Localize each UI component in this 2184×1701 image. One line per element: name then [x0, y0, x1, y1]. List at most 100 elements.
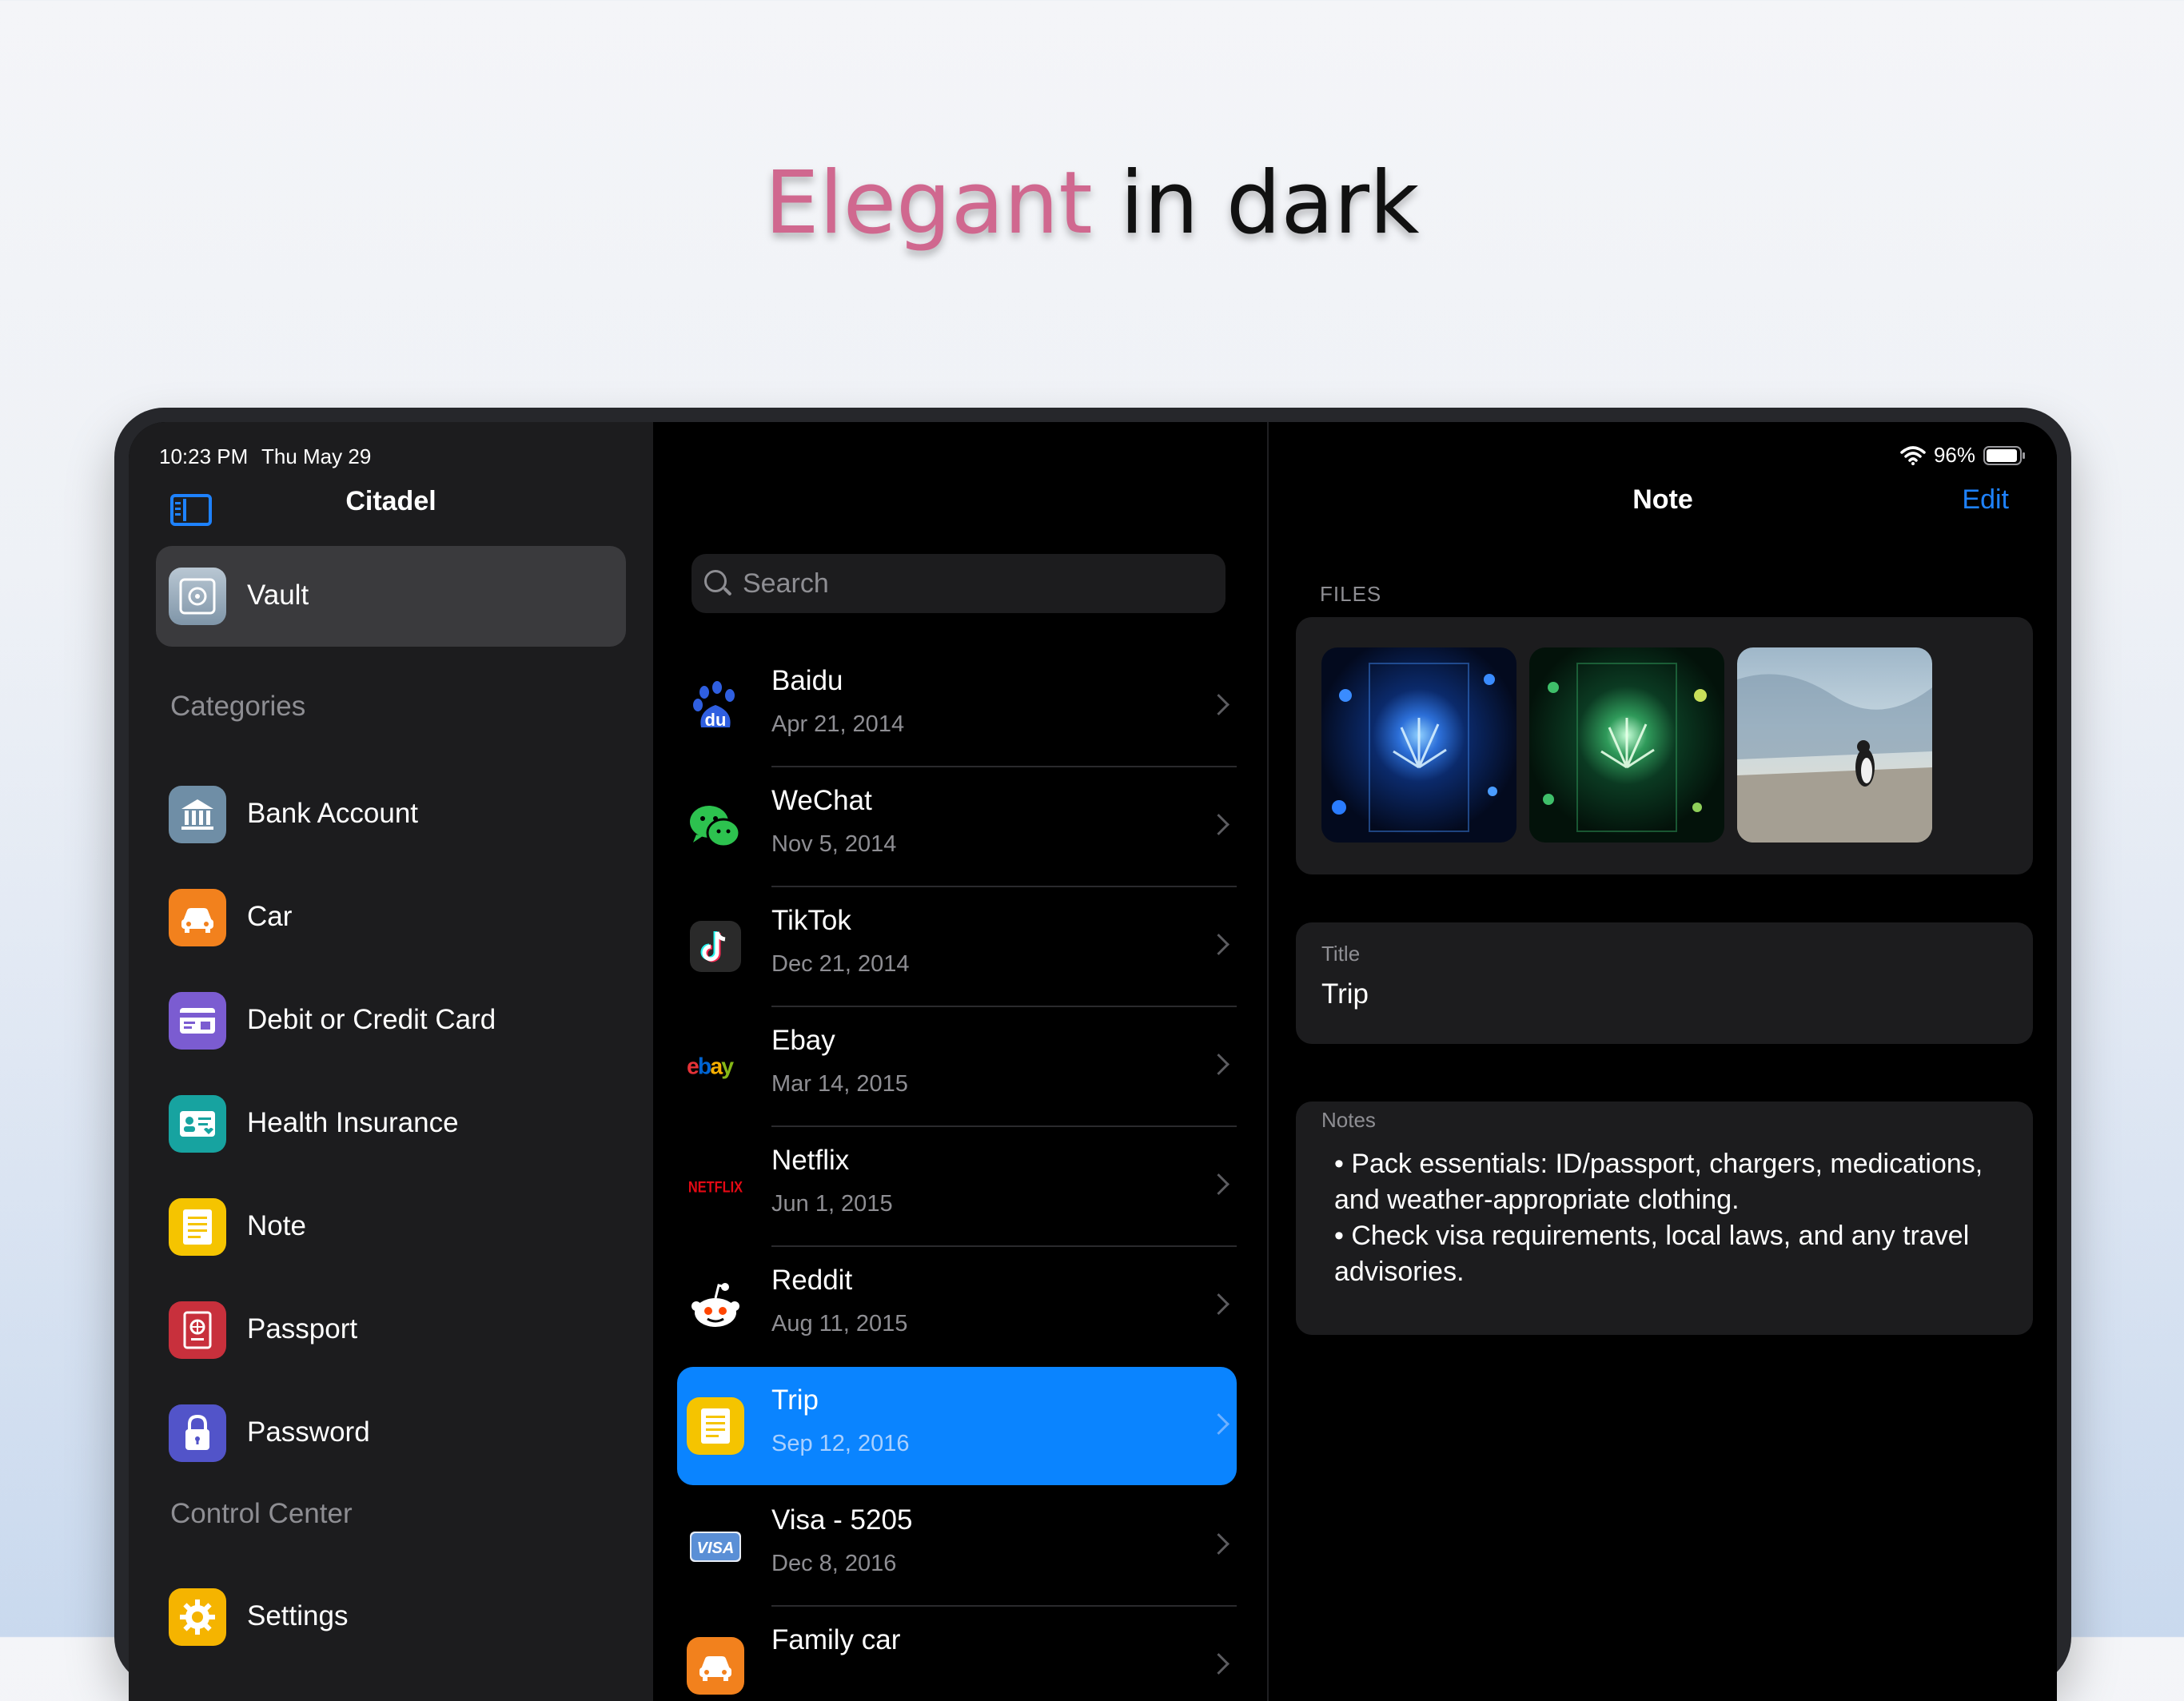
visa-icon: VISA: [687, 1517, 744, 1575]
files-section-label: FILES: [1320, 582, 1382, 606]
status-time: 10:23 PM: [159, 444, 249, 468]
ebay-icon: ebay: [687, 1038, 744, 1095]
sidebar: 10:23 PM Thu May 29 Citadel Vault Catego…: [129, 422, 653, 1701]
sidebar-item-debit-or-credit-card[interactable]: Debit or Credit Card: [156, 977, 626, 1065]
search-icon: [704, 570, 727, 592]
notes-field-text: • Pack essentials: ID/passport, chargers…: [1334, 1146, 2006, 1290]
wifi-icon: [1900, 445, 1926, 465]
list-item-date: Sep 12, 2016: [771, 1431, 910, 1456]
sidebar-item-vault[interactable]: Vault: [156, 546, 626, 647]
list-item-title: Visa - 5205: [771, 1504, 913, 1536]
detail-pane: 96% Note Edit FILES Title Trip Notes • P…: [1269, 422, 2057, 1701]
list-item-wechat[interactable]: WeChat Nov 5, 2014: [653, 767, 1267, 887]
list-item-baidu[interactable]: du Baidu Apr 21, 2014: [653, 647, 1267, 767]
sidebar-item-bank-account[interactable]: Bank Account: [156, 771, 626, 858]
note-icon: [169, 1198, 226, 1256]
sidebar-toggle-icon[interactable]: [170, 494, 212, 526]
list-item-trip[interactable]: Trip Sep 12, 2016: [653, 1367, 1267, 1487]
sidebar-item-label: Vault: [247, 580, 309, 611]
headline: Elegant in dark: [0, 148, 2184, 260]
list-item-title: Ebay: [771, 1025, 835, 1056]
chevron-right-icon: [1208, 1293, 1229, 1315]
reddit-icon: [687, 1277, 744, 1335]
notes-card[interactable]: Notes • Pack essentials: ID/passport, ch…: [1296, 1101, 2033, 1335]
notes-line: • Check visa requirements, local laws, a…: [1334, 1221, 1970, 1287]
car-icon: [169, 889, 226, 946]
sidebar-item-health-insurance[interactable]: Health Insurance: [156, 1080, 626, 1168]
list-item-tiktok[interactable]: TikTok Dec 21, 2014: [653, 887, 1267, 1007]
lock-icon: [169, 1404, 226, 1462]
file-thumbnail[interactable]: [1321, 647, 1516, 843]
headline-accent: Elegant: [764, 153, 1093, 253]
title-field-label: Title: [1321, 942, 1361, 966]
sidebar-item-password[interactable]: Password: [156, 1389, 626, 1477]
sidebar-item-label: Car: [247, 901, 293, 932]
chevron-right-icon: [1208, 1173, 1229, 1195]
chevron-right-icon: [1208, 694, 1229, 715]
list-item-visa-5205[interactable]: VISA Visa - 5205 Dec 8, 2016: [653, 1487, 1267, 1607]
edit-button[interactable]: Edit: [1962, 484, 2009, 516]
files-card: [1296, 617, 2033, 874]
sidebar-title: Citadel: [345, 486, 436, 516]
list-item-date: Dec 8, 2016: [771, 1551, 897, 1576]
list-item-date: Nov 5, 2014: [771, 831, 897, 857]
file-thumbnail[interactable]: [1737, 647, 1932, 843]
detail-title: Note: [1632, 484, 1693, 515]
chevron-right-icon: [1208, 1054, 1229, 1075]
sidebar-item-settings[interactable]: Settings: [156, 1573, 626, 1661]
item-list-pane: ••• Search duBaiduApr 21, 2014WeChatNov …: [653, 422, 1625, 1701]
list-item-title: Family car: [771, 1624, 901, 1655]
vault-safe-icon: [169, 568, 226, 625]
list-item-netflix[interactable]: NETFLIX Netflix Jun 1, 2015: [653, 1127, 1267, 1247]
health-card-icon: [169, 1095, 226, 1153]
list-item-ebay[interactable]: ebay Ebay Mar 14, 2015: [653, 1007, 1267, 1127]
categories-header: Categories: [170, 691, 306, 722]
list-item-title: Trip: [771, 1384, 819, 1416]
tiktok-icon: [687, 918, 744, 975]
sidebar-item-car[interactable]: Car: [156, 874, 626, 962]
list-item-title: TikTok: [771, 905, 851, 936]
baidu-icon: du: [687, 678, 744, 735]
file-thumbnail[interactable]: [1529, 647, 1724, 843]
list-item-date: Mar 14, 2015: [771, 1071, 908, 1097]
list-item-reddit[interactable]: Reddit Aug 11, 2015: [653, 1247, 1267, 1367]
title-card[interactable]: Title Trip: [1296, 922, 2033, 1044]
search-placeholder: Search: [743, 568, 829, 599]
status-date: Thu May 29: [261, 444, 372, 468]
netflix-icon: NETFLIX: [687, 1157, 744, 1215]
sidebar-item-note[interactable]: Note: [156, 1183, 626, 1271]
headline-rest: in dark: [1092, 153, 1420, 253]
search-field[interactable]: Search: [691, 554, 1226, 613]
chevron-right-icon: [1208, 1653, 1229, 1675]
app-screen: 10:23 PM Thu May 29 Citadel Vault Catego…: [129, 422, 2057, 1701]
notes-field-label: Notes: [1321, 1108, 1376, 1132]
crystal-tree-blue-image: [1332, 663, 1497, 832]
battery-icon: [1983, 445, 2025, 465]
notes-line: • Pack essentials: ID/passport, chargers…: [1334, 1149, 1983, 1215]
list-item-title: Reddit: [771, 1265, 853, 1296]
list-item-date: Dec 21, 2014: [771, 951, 910, 977]
settings-gear-icon: [169, 1588, 226, 1646]
sidebar-item-label: Bank Account: [247, 798, 419, 829]
car-icon: [687, 1637, 744, 1695]
sidebar-item-passport[interactable]: Passport: [156, 1286, 626, 1374]
status-right: 96%: [1900, 443, 2025, 468]
list-item-family-car[interactable]: Family car: [653, 1607, 1267, 1701]
sidebar-item-label: Debit or Credit Card: [247, 1004, 496, 1035]
chevron-right-icon: [1208, 934, 1229, 955]
note-icon: [687, 1397, 744, 1455]
list-item-title: Baidu: [771, 665, 843, 696]
battery-percent: 96%: [1933, 443, 1975, 467]
svg-text:du: du: [705, 710, 727, 730]
wechat-icon: [687, 798, 744, 855]
chevron-right-icon: [1208, 1533, 1229, 1555]
sidebar-item-label: Health Insurance: [247, 1107, 459, 1138]
sidebar-item-label: Settings: [247, 1600, 349, 1631]
chevron-right-icon: [1208, 814, 1229, 835]
credit-card-icon: [169, 992, 226, 1050]
sidebar-item-label: Passport: [247, 1313, 358, 1344]
list-item-date: Jun 1, 2015: [771, 1191, 893, 1217]
list-item-title: WeChat: [771, 785, 872, 816]
title-field-value: Trip: [1321, 978, 1369, 1010]
svg-text:ebay: ebay: [687, 1054, 734, 1079]
